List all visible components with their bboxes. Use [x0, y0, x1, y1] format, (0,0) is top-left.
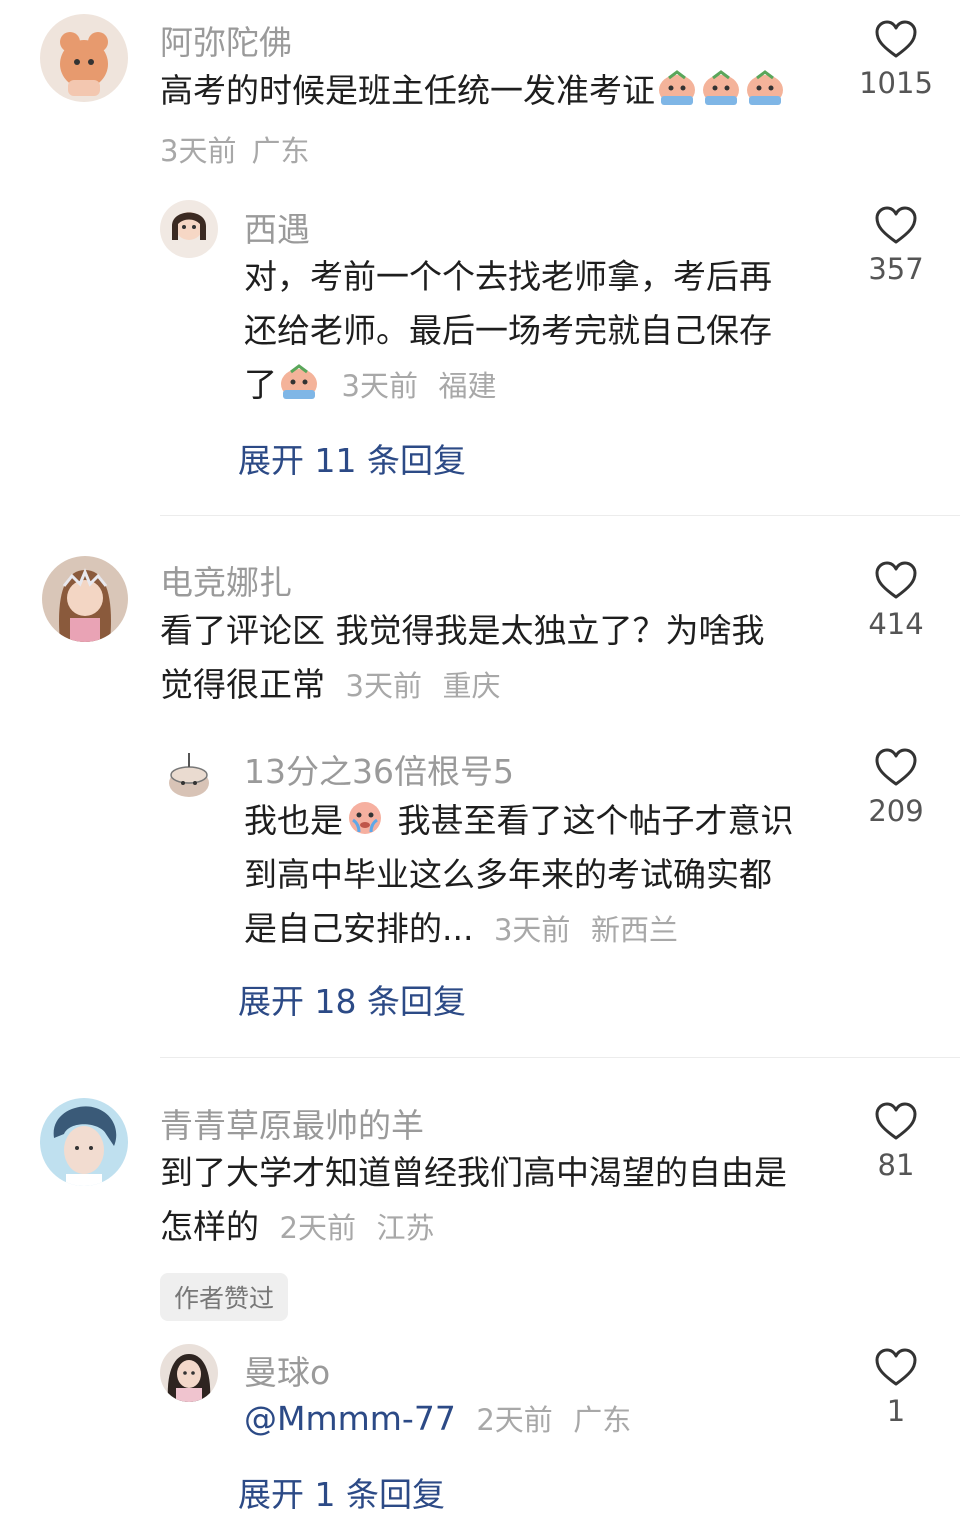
like-button[interactable]: 209 [856, 748, 936, 828]
like-button[interactable]: 81 [856, 1102, 936, 1182]
comment-text-line: 高考的时候是班主任统一发准考证 [160, 71, 655, 110]
username[interactable]: 阿弥陀佛 [160, 16, 292, 64]
heart-outline-icon [875, 748, 917, 786]
like-count: 1 [886, 1394, 906, 1428]
username[interactable]: 青青草原最帅的羊 [160, 1099, 424, 1147]
avatar[interactable] [42, 556, 128, 642]
like-button[interactable]: 1015 [856, 20, 936, 100]
reply-text-last-line: 是自己安排的... 3天前 新西兰 [244, 902, 678, 957]
timestamp: 2天前 [476, 1403, 553, 1437]
like-count: 1015 [859, 66, 933, 100]
mention-link[interactable]: @Mmmm-77 [244, 1399, 456, 1438]
comment-text-last-line: 怎样的 2天前 江苏 [160, 1200, 434, 1255]
username[interactable]: 曼球o [244, 1346, 330, 1394]
location: 广东 [573, 1403, 632, 1437]
reply-text-line: 了 [244, 365, 277, 404]
location: 新西兰 [590, 913, 678, 947]
timestamp: 3天前 [341, 369, 418, 403]
comment-text-last-line: 觉得很正常 3天前 重庆 [160, 658, 500, 713]
reply-text-line: @Mmmm-77 2天前 广东 [244, 1392, 631, 1447]
heart-outline-icon [875, 561, 917, 599]
username[interactable]: 电竞娜扎 [160, 556, 292, 604]
reply-text-line: 我甚至看了这个帖子才意识 [397, 801, 794, 840]
like-button[interactable]: 1 [856, 1348, 936, 1428]
crying-face-emoji-icon [277, 362, 321, 402]
timestamp: 2天前 [279, 1211, 356, 1245]
location: 广东 [251, 134, 310, 168]
timestamp: 3天前 [160, 134, 237, 168]
like-count: 209 [868, 794, 924, 828]
avatar[interactable] [160, 1344, 218, 1402]
divider [160, 1057, 960, 1058]
crying-face-emoji-icon [743, 68, 787, 108]
like-count: 357 [868, 252, 924, 286]
like-count: 414 [868, 607, 924, 641]
reply-text-line: 我也是 [244, 801, 343, 840]
location: 重庆 [442, 669, 501, 703]
comment-text-line: 觉得很正常 [160, 665, 325, 704]
location: 江苏 [376, 1211, 435, 1245]
reply-text-line: 到高中毕业这么多年来的考试确实都 [244, 855, 772, 894]
comment-meta: 3天前 广东 [160, 128, 310, 170]
like-count: 81 [877, 1148, 915, 1182]
crying-face-emoji-icon [655, 68, 699, 108]
like-button[interactable]: 414 [856, 561, 936, 641]
crying-face-emoji-icon [343, 798, 387, 838]
heart-outline-icon [875, 20, 917, 58]
comment-text-line: 看了评论区 我觉得我是太独立了？为啥我 [160, 611, 765, 650]
expand-replies-link[interactable]: 展开 18 条回复 [238, 975, 466, 1023]
expand-replies-link[interactable]: 展开 1 条回复 [238, 1468, 445, 1516]
username[interactable]: 西遇 [244, 203, 310, 251]
reply-text-line: 对，考前一个个去找老师拿，考后再 [244, 257, 772, 296]
expand-replies-link[interactable]: 展开 11 条回复 [238, 434, 466, 482]
heart-outline-icon [875, 1102, 917, 1140]
reply-text-line: 还给老师。最后一场考完就自己保存 [244, 311, 772, 350]
avatar[interactable] [40, 14, 128, 102]
heart-outline-icon [875, 206, 917, 244]
avatar[interactable] [160, 200, 218, 258]
avatar[interactable] [160, 745, 218, 803]
heart-outline-icon [875, 1348, 917, 1386]
author-liked-badge: 作者赞过 [160, 1273, 289, 1321]
location: 福建 [438, 369, 497, 403]
timestamp: 3天前 [493, 913, 571, 947]
timestamp: 3天前 [345, 669, 422, 703]
like-button[interactable]: 357 [856, 206, 936, 286]
username[interactable]: 13分之36倍根号5 [244, 745, 514, 793]
comment-text-line: 怎样的 [160, 1207, 259, 1246]
reply-text-first-line: 我也是 我甚至看了这个帖子才意识 [244, 794, 794, 848]
crying-face-emoji-icon [699, 68, 743, 108]
divider [160, 515, 960, 516]
reply-text-line: 是自己安排的... [244, 909, 474, 948]
avatar[interactable] [40, 1098, 128, 1186]
comment-text: 高考的时候是班主任统一发准考证 [160, 64, 787, 118]
comment-text-line: 到了大学才知道曾经我们高中渴望的自由是 [160, 1153, 787, 1192]
reply-text-last-line: 了 3天前 福建 [244, 358, 496, 413]
